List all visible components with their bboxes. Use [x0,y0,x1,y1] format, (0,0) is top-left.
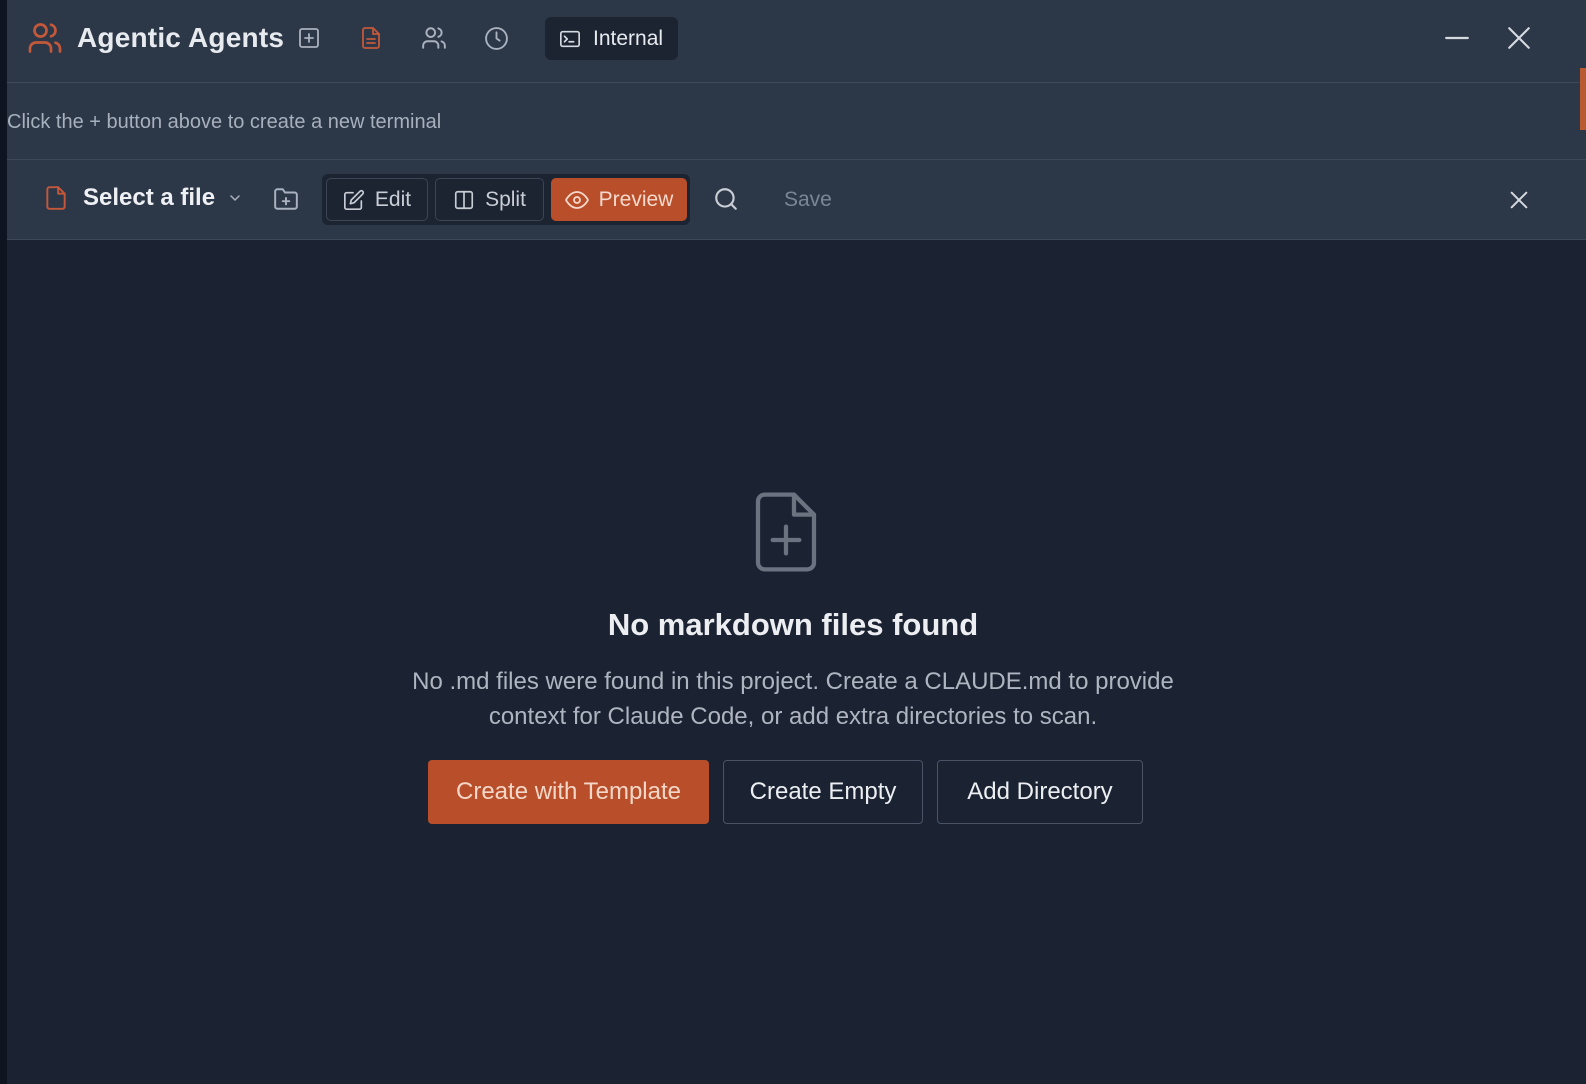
editor-content: No markdown files found No .md files wer… [7,240,1586,1084]
save-button[interactable]: Save [784,188,832,212]
minimize-icon [1444,25,1470,51]
terminal-hint-text: Click the + button above to create a new… [7,111,442,133]
search-icon [713,186,739,212]
files-tab-button[interactable] [355,22,387,54]
close-window-button[interactable] [1501,20,1537,56]
search-button[interactable] [711,184,741,214]
close-icon [1508,189,1530,211]
agents-tab-button[interactable] [418,22,450,54]
chevron-down-icon [227,190,243,206]
close-editor-button[interactable] [1505,186,1533,214]
plus-square-icon [297,26,321,50]
empty-state-description: No .md files were found in this project.… [412,668,1174,730]
columns-icon [453,189,475,211]
users-icon [27,20,63,56]
file-plus-icon [754,492,818,577]
create-with-template-button[interactable]: Create with Template [428,760,709,824]
add-directory-button[interactable]: Add Directory [937,760,1143,824]
terminal-hint-bar: Click the + button above to create a new… [7,83,1586,160]
preview-label: Preview [598,187,674,211]
split-mode-button[interactable]: Split [435,178,544,221]
file-select-label: Select a file [83,184,216,211]
editor-toolbar: Select a file Edit Split Preview Save [7,160,1586,240]
close-icon [1506,25,1532,51]
new-terminal-button[interactable] [293,22,325,54]
edit-icon [343,189,365,211]
scrollbar-thumb[interactable] [1580,68,1586,130]
clock-icon [484,26,509,51]
add-folder-button[interactable] [271,184,301,214]
app-brand: Agentic Agents [27,20,284,56]
view-mode-group: Edit Split Preview [322,174,690,225]
title-bar: Agentic Agents Internal [7,0,1586,83]
app-title: Agentic Agents [77,22,285,53]
eye-icon [564,188,589,212]
split-label: Split [485,187,526,211]
folder-plus-icon [273,186,299,212]
history-tab-button[interactable] [480,22,512,54]
edit-label: Edit [374,187,412,211]
file-icon [43,184,69,212]
minimize-button[interactable] [1439,20,1475,56]
file-text-icon [359,26,383,50]
internal-label: Internal [593,26,664,50]
internal-terminal-button[interactable]: Internal [545,17,678,60]
users-icon [421,25,447,51]
app-window: Agentic Agents Internal Click the + butt… [7,0,1586,1084]
preview-mode-button[interactable]: Preview [551,178,687,221]
terminal-icon [559,28,581,50]
empty-state-title: No markdown files found [607,607,979,642]
create-empty-button[interactable]: Create Empty [723,760,923,824]
file-select-dropdown[interactable]: Select a file [43,184,243,212]
edit-mode-button[interactable]: Edit [326,178,428,221]
